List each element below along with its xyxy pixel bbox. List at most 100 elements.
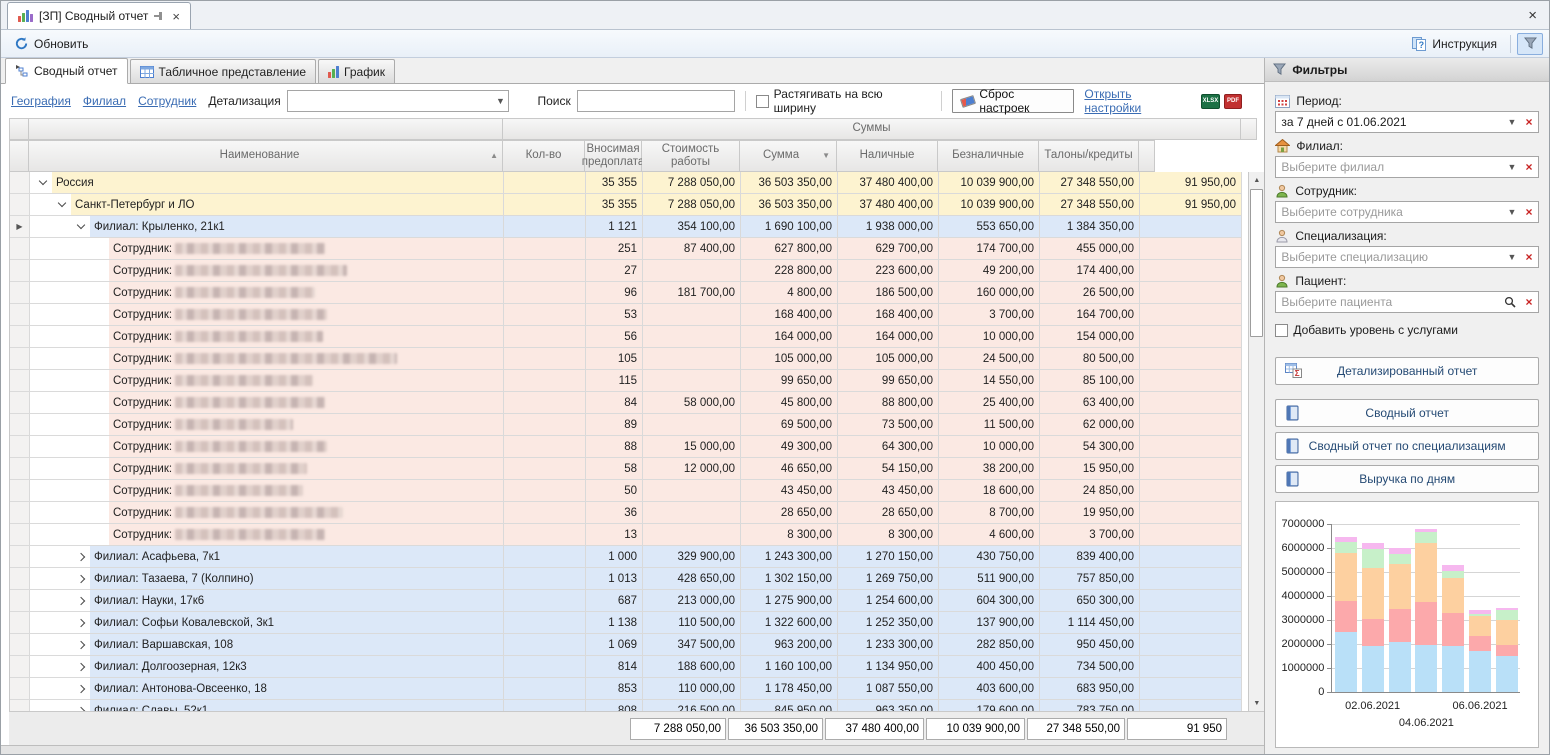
window-close-icon[interactable]: × [1528,7,1537,24]
document-tab[interactable]: [ЗП] Сводный отчет × [7,2,191,29]
branch-combobox[interactable]: Выберите филиал ▼ × [1275,156,1539,178]
employee-combobox[interactable]: Выберите сотрудника ▼ × [1275,201,1539,223]
table-row[interactable]: Филиал: Асафьева, 7к11 000329 900,001 24… [10,546,1242,568]
instruction-button[interactable]: ? Инструкция [1405,35,1504,53]
table-row[interactable]: Россия35 3557 288 050,0036 503 350,0037 … [10,172,1242,194]
link-employee[interactable]: Сотрудник [138,94,196,108]
collapse-icon[interactable] [39,177,47,185]
employee-placeholder: Выберите сотрудника [1281,205,1504,219]
stretch-label: Растягивать на всю ширину [774,87,925,115]
bar-segment-series-green-02.06.2021 [1362,549,1384,568]
value-cell: 38 200,00 [939,458,1040,479]
table-row[interactable]: Санкт-Петербург и ЛО35 3557 288 050,0036… [10,194,1242,216]
table-row[interactable]: ▶Филиал: Крыленко, 21к11 121354 100,001 … [10,216,1242,238]
column-header-5[interactable]: Безналичные [938,140,1039,172]
clear-patient-icon[interactable]: × [1520,295,1538,309]
search-input[interactable] [577,90,735,112]
expand-icon[interactable] [77,640,85,648]
link-geography[interactable]: География [11,94,71,108]
clear-employee-icon[interactable]: × [1520,205,1538,219]
table-row[interactable]: Сотрудник:27228 800,00223 600,0049 200,0… [10,260,1242,282]
export-xlsx-icon[interactable]: XLSX [1201,94,1220,109]
column-header-0[interactable]: Кол-во [503,140,585,172]
scroll-up-icon[interactable]: ▲ [1249,172,1264,188]
table-row[interactable]: Сотрудник:138 300,008 300,004 600,003 70… [10,524,1242,546]
table-row[interactable]: Сотрудник:8458 000,0045 800,0088 800,002… [10,392,1242,414]
table-row[interactable]: Сотрудник:53168 400,00168 400,003 700,00… [10,304,1242,326]
table-row[interactable]: Филиал: Антонова-Овсеенко, 18853110 000,… [10,678,1242,700]
group-header-sums[interactable]: Суммы [503,118,1241,140]
chevron-down-icon[interactable]: ▼ [1504,117,1520,127]
column-header-3[interactable]: Сумма▼ [740,140,837,172]
table-row[interactable]: Сотрудник:11599 650,0099 650,0014 550,00… [10,370,1242,392]
table-row[interactable]: Сотрудник:25187 400,00627 800,00629 700,… [10,238,1242,260]
search-icon[interactable] [1504,296,1520,308]
table-row[interactable]: Сотрудник:5812 000,0046 650,0054 150,003… [10,458,1242,480]
value-cell: 88 [586,436,643,457]
vertical-scrollbar[interactable]: ▲ ▼ [1248,172,1264,711]
table-row[interactable]: Сотрудник:8815 000,0049 300,0064 300,001… [10,436,1242,458]
table-row[interactable]: Филиал: Софьи Ковалевской, 3к11 138110 5… [10,612,1242,634]
expand-icon[interactable] [77,684,85,692]
summary-by-spec-button[interactable]: Сводный отчет по специализациям [1275,432,1539,460]
table-row[interactable]: Сотрудник:96181 700,004 800,00186 500,00… [10,282,1242,304]
value-cell [643,260,741,281]
detail-combobox[interactable]: ▼ [287,90,510,112]
table-row[interactable]: Сотрудник:56164 000,00164 000,0010 000,0… [10,326,1242,348]
column-header-4[interactable]: Наличные [837,140,938,172]
export-pdf-icon[interactable]: PDF [1224,94,1243,109]
collapse-icon[interactable] [77,221,85,229]
expand-icon[interactable] [77,706,85,711]
expand-icon[interactable] [77,596,85,604]
chevron-down-icon[interactable]: ▼ [1504,207,1520,217]
table-row[interactable]: Филиал: Долгоозерная, 12к3814188 600,001… [10,656,1242,678]
link-branch[interactable]: Филиал [83,94,126,108]
expand-icon[interactable] [77,552,85,560]
expand-icon[interactable] [77,574,85,582]
column-header-6[interactable]: Талоны/кредиты [1039,140,1139,172]
chevron-down-icon[interactable]: ▼ [1504,252,1520,262]
reset-settings-button[interactable]: Сброс настроек [952,89,1075,113]
table-row[interactable]: Филиал: Славы, 52к1808216 500,00845 950,… [10,700,1242,711]
column-header-row: Наименование▲Кол-воВносимая предоплатаСт… [9,140,1264,172]
revenue-by-day-button[interactable]: Выручка по дням [1275,465,1539,493]
table-row[interactable]: Сотрудник:3628 650,0028 650,008 700,0019… [10,502,1242,524]
stretch-checkbox[interactable] [756,95,769,108]
table-row[interactable]: Филиал: Тазаева, 7 (Колпино)1 013428 650… [10,568,1242,590]
value-cell: 1 270 150,00 [838,546,939,567]
column-header-2[interactable]: Стоимость работы [642,140,740,172]
chevron-down-icon[interactable]: ▼ [1504,162,1520,172]
period-combobox[interactable]: за 7 дней с 01.06.2021 ▼ × [1275,111,1539,133]
table-row[interactable]: Филиал: Варшавская, 1081 069347 500,0096… [10,634,1242,656]
home-icon [1275,139,1290,153]
column-header-1[interactable]: Вносимая предоплата [585,140,642,172]
clear-period-icon[interactable]: × [1520,115,1538,129]
detailed-report-button[interactable]: Σ Детализированный отчет [1275,357,1539,385]
table-row[interactable]: Сотрудник:5043 450,0043 450,0018 600,002… [10,480,1242,502]
table-row[interactable]: Сотрудник:8969 500,0073 500,0011 500,006… [10,414,1242,436]
tab-chart-view[interactable]: График [318,59,395,83]
open-settings-link[interactable]: Открыть настройки [1084,87,1189,115]
clear-branch-icon[interactable]: × [1520,160,1538,174]
tab-summary-report[interactable]: Сводный отчет [5,58,128,84]
tab-table-view[interactable]: Табличное представление [130,59,316,83]
value-cell: 164 000,00 [838,326,939,347]
table-row[interactable]: Сотрудник:105105 000,00105 000,0024 500,… [10,348,1242,370]
scroll-down-icon[interactable]: ▼ [1249,695,1264,711]
expand-icon[interactable] [77,662,85,670]
expand-icon[interactable] [77,618,85,626]
add-services-level-checkbox[interactable] [1275,324,1288,337]
value-cell [504,392,586,413]
patient-combobox[interactable]: Выберите пациента × [1275,291,1539,313]
collapse-icon[interactable] [58,199,66,207]
column-header-name[interactable]: Наименование▲ [29,140,503,172]
tab-close-icon[interactable]: × [172,9,180,24]
filter-panel-toggle[interactable] [1517,33,1543,55]
summary-report-button[interactable]: Сводный отчет [1275,399,1539,427]
clear-spec-icon[interactable]: × [1520,250,1538,264]
table-row[interactable]: Филиал: Науки, 17к6687213 000,001 275 90… [10,590,1242,612]
pin-icon[interactable] [154,11,164,21]
refresh-button[interactable]: Обновить [7,34,95,53]
scrollbar-thumb[interactable] [1250,189,1263,337]
spec-combobox[interactable]: Выберите специализацию ▼ × [1275,246,1539,268]
